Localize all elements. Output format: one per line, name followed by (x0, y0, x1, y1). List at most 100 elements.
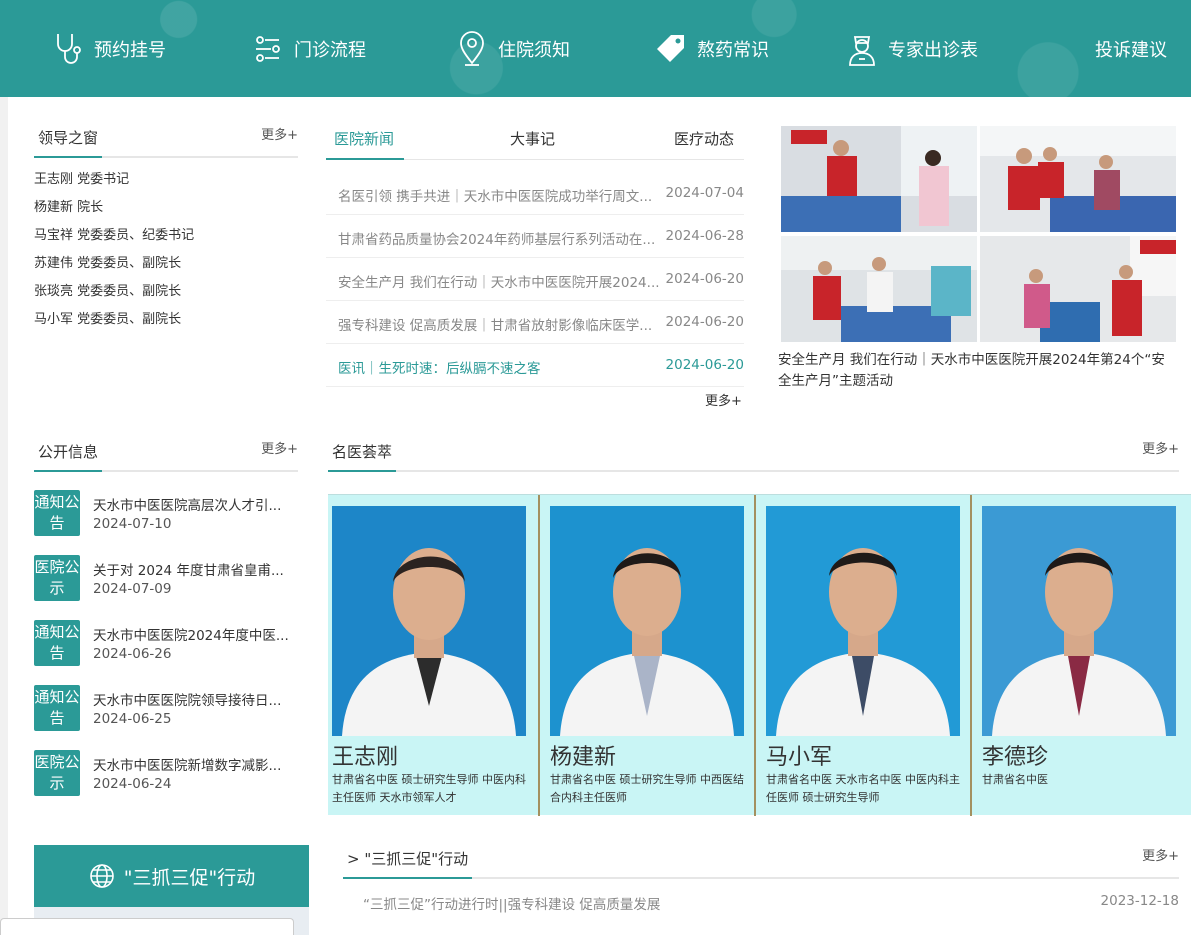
public-info-header: 公开信息 更多+ (34, 438, 298, 472)
list-item[interactable]: 医院公示 关于对 2024 年度甘肃省皇甫... 2024-07-09 (34, 555, 298, 620)
campaign-more-link[interactable]: 更多+ (1142, 845, 1179, 864)
list-item[interactable]: 王志刚 党委书记 (34, 172, 298, 200)
news-photo (781, 236, 977, 342)
news-title: 名医引领 携手共进｜天水市中医医院成功举行周文... (338, 189, 653, 205)
doctor-icon (849, 36, 875, 66)
news-photo-carousel[interactable] (780, 126, 1191, 342)
list-item[interactable]: 通知公告 天水市中医医院2024年度中医... 2024-06-26 (34, 620, 298, 685)
list-item[interactable]: 马小军 党委委员、副院长 (34, 312, 298, 340)
tab-medical-updates[interactable]: 医疗动态 (674, 128, 734, 149)
news-row[interactable]: 安全生产月 我们在行动｜天水市中医医院开展2024... 2024-06-20 (326, 258, 744, 301)
doctor-card[interactable]: 马小军 甘肃省名中医 天水市名中医 中医内科主任医师 硕士研究生导师 (754, 495, 970, 816)
news-photo (980, 126, 1176, 232)
item-title: 天水市中医医院新增数字减影... (93, 758, 282, 774)
doctors-carousel: 王志刚 甘肃省名中医 硕士研究生导师 中医内科主任医师 天水市领军人才 杨建新 … (328, 494, 1191, 816)
news-date: 2024-06-20 (665, 357, 744, 373)
news-tabs: 医院新闻 大事记 医疗动态 (326, 124, 744, 160)
news-row[interactable]: 名医引领 携手共进｜天水市中医医院成功举行周文... 2024-07-04 (326, 172, 744, 215)
public-info-title: 公开信息 (34, 441, 103, 472)
doctor-description: 甘肃省名中医 天水市名中医 中医内科主任医师 硕士研究生导师 (766, 773, 960, 804)
item-title: 天水市中医医院高层次人才引... (93, 498, 282, 514)
nav-decoction-tips[interactable]: 熬药常识 (655, 30, 769, 68)
top-nav: 预约挂号 门诊流程 住院须知 熬药常识 专家出诊表 投诉建议 (0, 0, 1191, 97)
nav-expert-schedule[interactable]: 专家出诊表 (846, 30, 978, 68)
nav-label: 投诉建议 (1095, 40, 1167, 61)
doctor-description: 甘肃省名中医 硕士研究生导师 中西医结合内科主任医师 (550, 773, 744, 804)
news-date: 2024-06-20 (665, 314, 744, 330)
news-photo (781, 126, 977, 232)
item-title: 关于对 2024 年度甘肃省皇甫... (93, 563, 284, 579)
campaign-banner-button[interactable]: "三抓三促"行动 (34, 845, 309, 907)
item-date: 2024-07-09 (93, 581, 172, 597)
doctor-description: 甘肃省名中医 (982, 773, 1048, 786)
doctor-description: 甘肃省名中医 硕士研究生导师 中医内科主任医师 天水市领军人才 (332, 773, 526, 804)
news-row[interactable]: 医讯｜生死时速：后纵膈不速之客 2024-06-20 (326, 344, 744, 387)
globe-icon (89, 864, 114, 888)
news-photo (980, 236, 1176, 342)
left-stripe (0, 97, 8, 935)
news-title: 安全生产月 我们在行动｜天水市中医医院开展2024... (338, 275, 660, 291)
tab-hospital-news[interactable]: 医院新闻 (334, 128, 394, 149)
category-badge: 通知公告 (34, 620, 80, 666)
nav-appointment[interactable]: 预约挂号 (52, 30, 166, 68)
campaign-header: > "三抓三促"行动 更多+ (343, 845, 1179, 879)
item-title: 天水市中医医院2024年度中医... (93, 628, 289, 644)
list-item[interactable]: 杨建新 院长 (34, 200, 298, 228)
campaign-news-date: 2023-12-18 (1100, 893, 1179, 909)
item-date: 2024-07-10 (93, 516, 172, 532)
category-badge: 通知公告 (34, 685, 80, 731)
photo-caption[interactable]: 安全生产月 我们在行动｜天水市中医医院开展2024年第24个“安全生产月”主题活… (778, 350, 1178, 392)
nav-label: 专家出诊表 (888, 40, 978, 61)
news-title: 甘肃省药品质量协会2024年药师基层行系列活动在... (338, 232, 656, 248)
news-title: 医讯｜生死时速：后纵膈不速之客 (338, 361, 541, 377)
doctor-photo (766, 506, 960, 736)
item-date: 2024-06-25 (93, 711, 172, 727)
doctor-name: 李德珍 (982, 745, 1049, 770)
tab-major-events[interactable]: 大事记 (510, 128, 555, 149)
leaders-more-link[interactable]: 更多+ (261, 124, 298, 143)
list-item[interactable]: 通知公告 天水市中医医院高层次人才引... 2024-07-10 (34, 490, 298, 555)
list-item[interactable]: 张琰亮 党委委员、副院长 (34, 284, 298, 312)
news-date: 2024-07-04 (665, 185, 744, 201)
news-date: 2024-06-20 (665, 271, 744, 287)
news-list: 名医引领 携手共进｜天水市中医医院成功举行周文... 2024-07-04 甘肃… (326, 172, 744, 387)
item-title: 天水市中医医院院领导接待日... (93, 693, 282, 709)
campaign-news-title: “三抓三促”行动进行时||强专科建设 促高质量发展 (363, 897, 661, 913)
campaign-banner-label: "三抓三促"行动 (123, 866, 256, 889)
doctors-more-link[interactable]: 更多+ (1142, 438, 1179, 457)
location-pin-icon (460, 31, 484, 66)
news-row[interactable]: 强专科建设 促高质发展｜甘肃省放射影像临床医学... 2024-06-20 (326, 301, 744, 344)
doctor-card[interactable]: 杨建新 甘肃省名中医 硕士研究生导师 中西医结合内科主任医师 (538, 495, 754, 816)
public-info-more-link[interactable]: 更多+ (261, 438, 298, 457)
page: 预约挂号 门诊流程 住院须知 熬药常识 专家出诊表 投诉建议 领导之窗 更多+ … (0, 0, 1191, 935)
list-item[interactable]: 医院公示 天水市中医医院新增数字减影... 2024-06-24 (34, 750, 298, 815)
public-info-list: 通知公告 天水市中医医院高层次人才引... 2024-07-10 医院公示 关于… (34, 490, 298, 815)
campaign-title: > "三抓三促"行动 (343, 848, 473, 879)
nav-complaints[interactable]: 投诉建议 (1095, 30, 1167, 68)
news-row[interactable]: 甘肃省药品质量协会2024年药师基层行系列活动在... 2024-06-28 (326, 215, 744, 258)
category-badge: 医院公示 (34, 555, 80, 601)
doctor-name: 马小军 (766, 745, 833, 770)
doctors-header: 名医荟萃 更多+ (328, 438, 1179, 472)
leaders-title: 领导之窗 (34, 127, 103, 158)
doctor-photo (982, 506, 1176, 736)
tab-underline (326, 158, 404, 160)
doctor-name: 王志刚 (332, 745, 399, 770)
nav-outpatient-flow[interactable]: 门诊流程 (252, 30, 366, 68)
news-date: 2024-06-28 (665, 228, 744, 244)
doctor-name: 杨建新 (550, 745, 617, 770)
item-date: 2024-06-26 (93, 646, 172, 662)
tag-icon (657, 35, 684, 62)
leaders-list: 王志刚 党委书记 杨建新 院长 马宝祥 党委委员、纪委书记 苏建伟 党委委员、副… (34, 172, 298, 340)
news-more-link[interactable]: 更多+ (705, 390, 742, 409)
list-item[interactable]: 马宝祥 党委委员、纪委书记 (34, 228, 298, 256)
nav-inpatient-notice[interactable]: 住院须知 (456, 30, 570, 68)
category-badge: 通知公告 (34, 490, 80, 536)
doctor-card[interactable]: 王志刚 甘肃省名中医 硕士研究生导师 中医内科主任医师 天水市领军人才 (328, 495, 544, 816)
flow-icon (256, 36, 280, 62)
doctor-card[interactable]: 李德珍 甘肃省名中医 (970, 495, 1186, 816)
news-title: 强专科建设 促高质发展｜甘肃省放射影像临床医学... (338, 318, 653, 334)
list-item[interactable]: 苏建伟 党委委员、副院长 (34, 256, 298, 284)
list-item[interactable]: 通知公告 天水市中医医院院领导接待日... 2024-06-25 (34, 685, 298, 750)
nav-label: 预约挂号 (94, 40, 166, 61)
